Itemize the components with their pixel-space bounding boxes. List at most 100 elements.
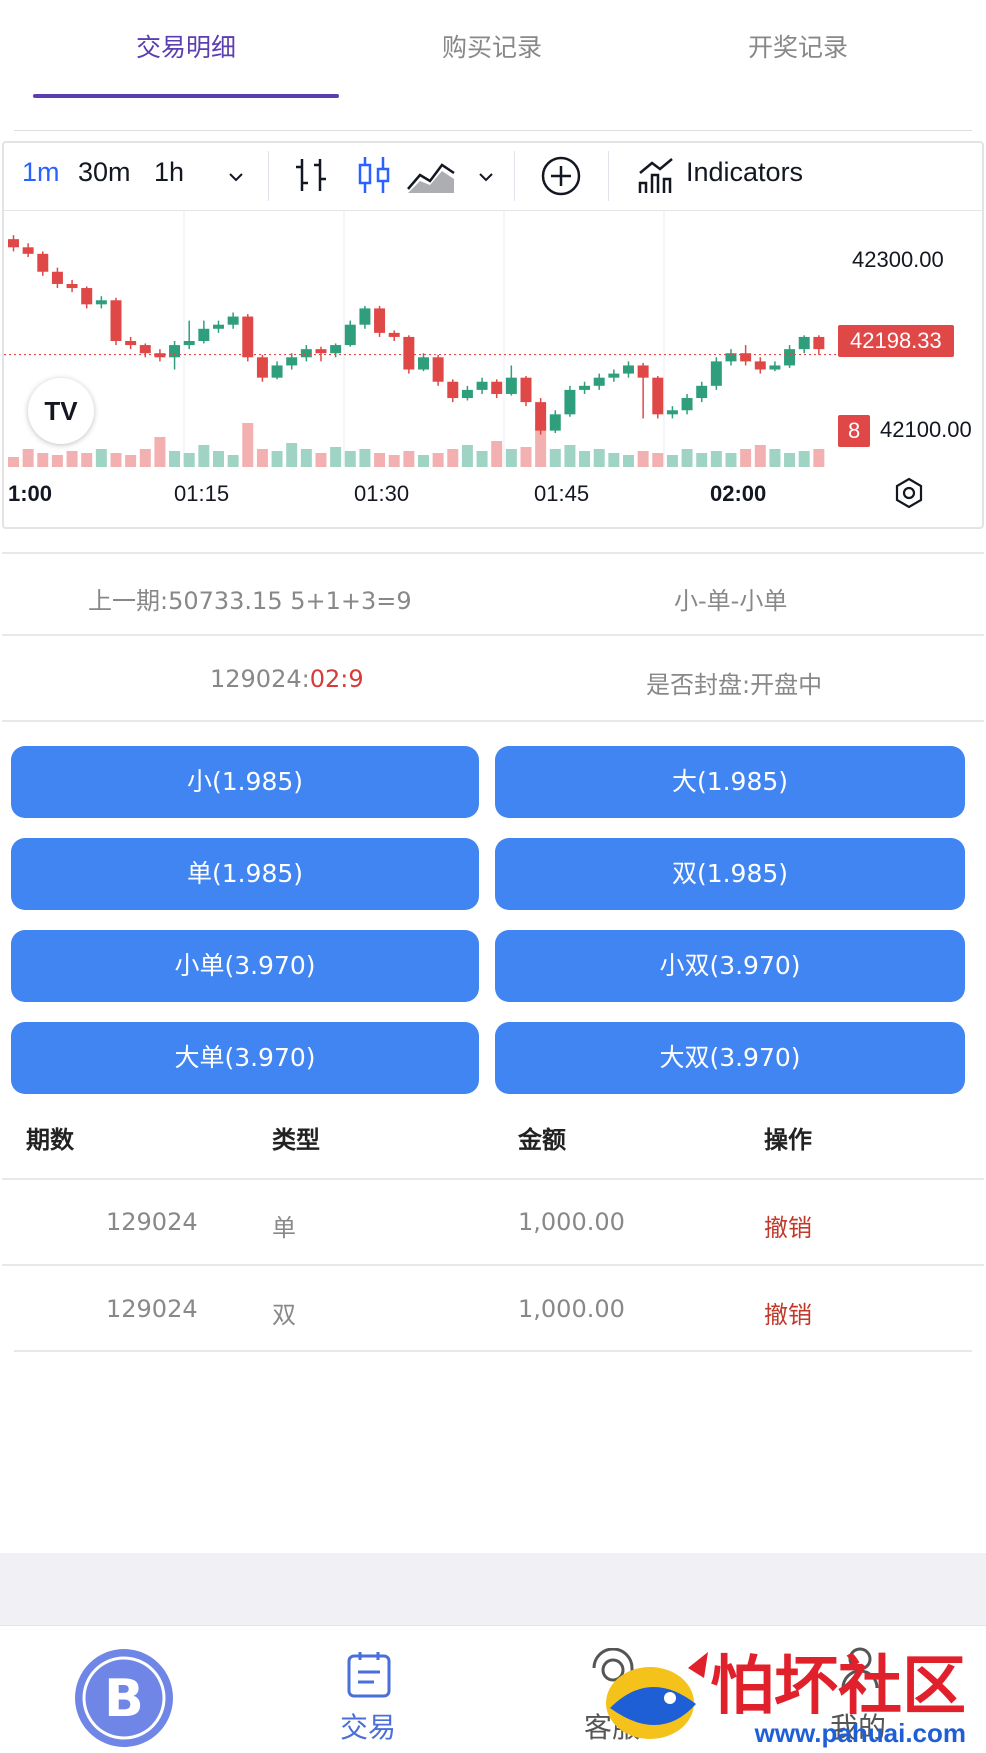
period-number: 129024: xyxy=(210,665,310,693)
tab-trade-details[interactable]: 交易明细 xyxy=(33,28,339,64)
svg-text:B: B xyxy=(104,1669,144,1729)
candle-body xyxy=(418,357,429,370)
candle-body xyxy=(227,316,239,325)
volume-bar xyxy=(388,455,400,467)
volume-bar xyxy=(198,445,210,467)
chevron-down-icon[interactable] xyxy=(476,167,496,187)
bet-small-even-button[interactable]: 小双(3.970) xyxy=(495,930,965,1002)
candle-body xyxy=(491,381,503,394)
volume-bar xyxy=(681,449,693,467)
volume-bar xyxy=(22,449,34,467)
tab-draw-records[interactable]: 开奖记录 xyxy=(645,28,951,64)
nav-label-trade: 交易 xyxy=(340,1711,397,1744)
bet-big-even-button[interactable]: 大双(3.970) xyxy=(495,1022,965,1094)
chevron-down-icon[interactable] xyxy=(226,167,246,187)
bet-big-button[interactable]: 大(1.985) xyxy=(495,746,965,818)
area-chart-style-icon[interactable] xyxy=(406,155,456,195)
indicators-icon[interactable] xyxy=(636,155,676,197)
volume-bar xyxy=(183,453,195,467)
candle-body xyxy=(535,402,547,431)
candle-body xyxy=(403,336,415,370)
candlestick-style-icon[interactable] xyxy=(356,155,392,195)
bet-small-button[interactable]: 小(1.985) xyxy=(11,746,479,818)
chart-plot-area[interactable]: 42300.00 42198.33 42100.00 8 1:00 01:15 … xyxy=(4,211,982,527)
fish-watermark-logo xyxy=(606,1652,708,1739)
volume-bar xyxy=(256,449,268,467)
volume-bar xyxy=(81,453,93,467)
time-axis-label: 01:45 xyxy=(534,481,590,506)
bet-big-odd-button[interactable]: 大单(3.970) xyxy=(11,1022,479,1094)
candle-body xyxy=(374,308,386,333)
previous-draw-row: 上一期:50733.15 5+1+3=9 小-单-小单 xyxy=(2,552,984,636)
price-chart[interactable]: 1m 30m 1h Indicators 42300.00 42198.33 4… xyxy=(2,141,984,529)
cell-period: 129024 xyxy=(106,1295,198,1323)
cell-type: 双 xyxy=(272,1301,296,1329)
volume-bar xyxy=(637,451,649,467)
volume-bar xyxy=(725,453,737,467)
candle-body xyxy=(666,410,678,415)
candle-body xyxy=(110,300,122,341)
bet-even-button[interactable]: 双(1.985) xyxy=(495,838,965,910)
indicators-button[interactable]: Indicators xyxy=(686,157,803,188)
volume-bar xyxy=(813,449,825,467)
toolbar-divider xyxy=(608,151,609,201)
bitcoin-home-icon[interactable]: B xyxy=(72,1646,176,1750)
tab-purchase-records[interactable]: 购买记录 xyxy=(339,28,645,64)
volume-bar xyxy=(271,451,283,467)
chart-settings-gear-icon[interactable] xyxy=(894,477,924,509)
bet-odd-button[interactable]: 单(1.985) xyxy=(11,838,479,910)
column-header-period: 期数 xyxy=(26,1126,74,1154)
candle-body xyxy=(344,324,356,346)
active-tab-indicator xyxy=(33,94,339,98)
cell-amount: 1,000.00 xyxy=(518,1208,625,1236)
time-axis-label: 01:30 xyxy=(354,481,410,506)
toolbar-divider xyxy=(268,151,269,201)
candle-body xyxy=(330,345,342,354)
top-tabs: 交易明细 购买记录 开奖记录 xyxy=(0,0,986,132)
volume-bar xyxy=(125,455,137,467)
current-price-tag: 42198.33 xyxy=(838,325,954,357)
time-axis-label: 1:00 xyxy=(8,481,53,506)
countdown: 02:9 xyxy=(309,665,364,693)
volume-bar xyxy=(564,445,576,467)
volume-bar xyxy=(710,451,722,467)
candle-body xyxy=(564,389,576,415)
candle-body xyxy=(637,365,649,378)
candle-body xyxy=(652,377,664,415)
candle-body xyxy=(549,414,561,431)
candle-body xyxy=(754,361,766,370)
interval-30m-button[interactable]: 30m xyxy=(78,157,131,188)
bar-chart-style-icon[interactable] xyxy=(294,155,330,195)
volume-bar xyxy=(139,449,151,467)
candle-body xyxy=(710,361,722,386)
add-indicator-plus-icon[interactable] xyxy=(540,155,582,197)
price-axis-label: 42300.00 xyxy=(852,247,944,272)
volume-bar xyxy=(593,449,605,467)
candle-body xyxy=(256,357,268,378)
volume-bar xyxy=(623,455,634,467)
candle-body xyxy=(51,271,63,284)
divider xyxy=(14,130,972,131)
volume-bar xyxy=(213,451,224,467)
candle-body xyxy=(286,357,298,366)
candle-body xyxy=(271,365,283,378)
volume-bar xyxy=(110,453,122,467)
cancel-order-button[interactable]: 撤销 xyxy=(764,1208,812,1243)
candle-body xyxy=(22,247,34,254)
candle-body xyxy=(505,377,517,394)
volume-bar xyxy=(491,441,503,467)
volume-bar xyxy=(300,449,312,467)
bet-small-odd-button[interactable]: 小单(3.970) xyxy=(11,930,479,1002)
divider xyxy=(2,1178,984,1180)
volume-bar xyxy=(359,449,371,467)
interval-1m-button[interactable]: 1m xyxy=(22,157,60,188)
previous-draw-result: 小-单-小单 xyxy=(674,587,788,615)
cancel-order-button[interactable]: 撤销 xyxy=(764,1295,812,1330)
volume-bar xyxy=(169,451,181,467)
volume-bar xyxy=(754,445,766,467)
time-axis-label: 02:00 xyxy=(710,481,767,506)
tradingview-logo-icon: TV xyxy=(28,378,94,444)
volume-badge: 8 xyxy=(838,415,871,447)
volume-bar xyxy=(579,451,591,467)
interval-1h-button[interactable]: 1h xyxy=(154,157,184,188)
